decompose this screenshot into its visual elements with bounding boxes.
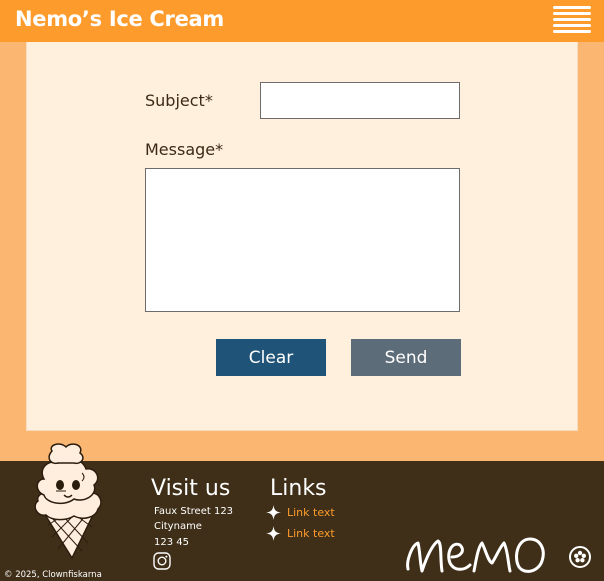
sparkle-icon bbox=[266, 504, 281, 520]
visit-us-heading: Visit us bbox=[151, 476, 231, 501]
address-street: Faux Street 123 bbox=[154, 506, 234, 517]
footer-link-label[interactable]: Link text bbox=[287, 506, 335, 519]
brand-title[interactable]: Nemo’s Ice Cream bbox=[15, 7, 224, 31]
subject-label: Subject* bbox=[145, 91, 213, 110]
links-heading: Links bbox=[270, 476, 327, 501]
sparkle-icon bbox=[266, 525, 281, 541]
instagram-icon[interactable] bbox=[153, 552, 171, 570]
subject-input[interactable] bbox=[260, 82, 460, 119]
nemo-logo bbox=[406, 537, 591, 573]
footer-link-2[interactable]: Link text bbox=[266, 525, 335, 541]
site-footer: © 2025, Clownfiskarna Visit us Faux Stre… bbox=[0, 443, 604, 581]
footer-link-label[interactable]: Link text bbox=[287, 527, 335, 540]
address-postcode: 123 45 bbox=[154, 537, 189, 548]
send-button[interactable]: Send bbox=[351, 339, 461, 376]
message-textarea[interactable] bbox=[145, 168, 460, 312]
footer-link-1[interactable]: Link text bbox=[266, 504, 335, 520]
hamburger-menu-icon[interactable] bbox=[553, 6, 591, 34]
copyright-text: © 2025, Clownfiskarna bbox=[4, 570, 102, 580]
clear-button[interactable]: Clear bbox=[216, 339, 326, 376]
message-label: Message* bbox=[145, 140, 224, 159]
ice-cream-mascot-icon bbox=[34, 443, 102, 560]
address-city: Cityname bbox=[154, 521, 202, 532]
site-header: Nemo’s Ice Cream bbox=[0, 0, 604, 42]
